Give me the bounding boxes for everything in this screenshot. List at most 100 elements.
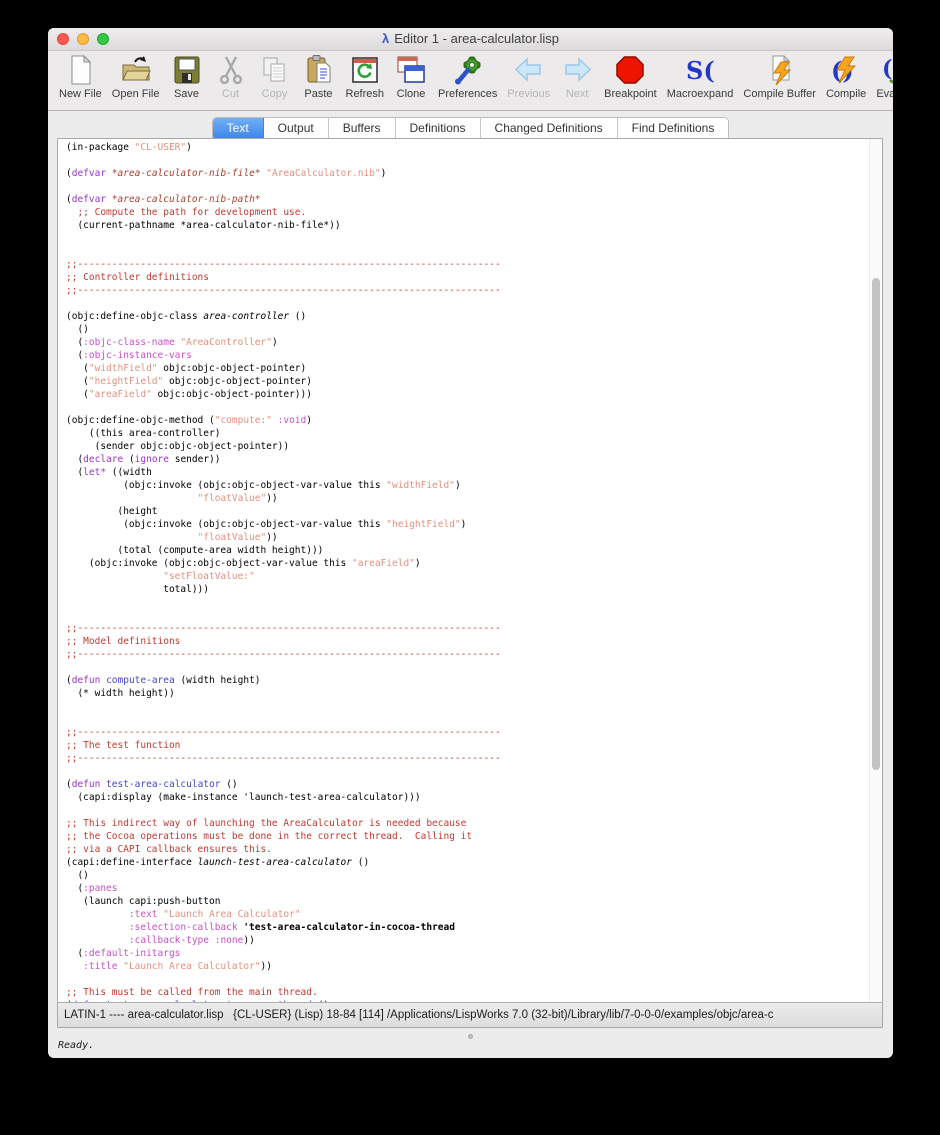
toolbar-button-compile-buffer[interactable]: Compile Buffer xyxy=(743,53,816,100)
code-line: (defun compute-area (width height) xyxy=(66,675,261,686)
code-line: (objc:define-objc-method ("compute:" :vo… xyxy=(66,415,312,426)
desktop-background: λ Editor 1 - area-calculator.lisp New Fil… xyxy=(0,0,940,1135)
toolbar-button-refresh[interactable]: Refresh xyxy=(346,53,384,100)
code-line: (objc:invoke (objc:objc-object-var-value… xyxy=(66,480,461,491)
macroexpand-icon: S() xyxy=(683,53,717,87)
code-line: ;; Compute the path for development use. xyxy=(66,207,307,218)
code-line: (current-pathname *area-calculator-nib-f… xyxy=(66,220,341,231)
code-line: ((this area-controller) xyxy=(66,428,221,439)
new-file-icon xyxy=(63,53,97,87)
toolbar-button-compile[interactable]: ()Compile xyxy=(826,53,866,100)
code-line: ("areaField" objc:objc-object-pointer))) xyxy=(66,389,312,400)
code-line: :callback-type :none)) xyxy=(128,935,255,946)
code-line: (launch capi:push-button xyxy=(66,896,221,907)
tab-definitions[interactable]: Definitions xyxy=(395,118,481,140)
breakpoint-icon xyxy=(613,53,647,87)
code-line: ;; via a CAPI callback ensures this. xyxy=(66,844,272,855)
code-line: (defvar *area-calculator-nib-path* xyxy=(66,194,261,205)
compile-icon: () xyxy=(829,53,863,87)
code-line: (objc:define-objc-class area-controller … xyxy=(66,311,307,322)
clone-icon xyxy=(394,53,428,87)
toolbar-label-new-file: New File xyxy=(59,88,102,100)
tab-text[interactable]: Text xyxy=(212,118,264,140)
toolbar-button-macroexpand[interactable]: S() Macroexpand xyxy=(667,53,734,100)
scrollbar-thumb[interactable] xyxy=(872,278,880,770)
toolbar: New File Open File Save Cut Copy Paste Refresh… xyxy=(48,51,893,111)
tab-output[interactable]: Output xyxy=(263,118,329,140)
editor-frame: (in-package "CL-USER") (defvar *area-cal… xyxy=(57,138,883,1028)
tab-buffers[interactable]: Buffers xyxy=(328,118,396,140)
toolbar-button-new-file[interactable]: New File xyxy=(59,53,102,100)
previous-icon xyxy=(512,53,546,87)
toolbar-button-clone[interactable]: Clone xyxy=(394,53,428,100)
code-line: :selection-callback 'test-area-calculato… xyxy=(128,922,455,933)
code-line: "floatValue")) xyxy=(197,493,278,504)
code-line: ;; This indirect way of launching the Ar… xyxy=(66,818,467,829)
toolbar-button-preferences[interactable]: Preferences xyxy=(438,53,497,100)
evaluate-icon: () xyxy=(881,53,893,87)
editor-text-area[interactable]: (in-package "CL-USER") (defvar *area-cal… xyxy=(58,139,869,1002)
code-line: () xyxy=(66,870,89,881)
next-icon xyxy=(560,53,594,87)
toolbar-button-cut: Cut xyxy=(214,53,248,100)
tab-changed-definitions[interactable]: Changed Definitions xyxy=(480,118,618,140)
code-line: ;; Model definitions xyxy=(66,636,181,647)
lispworks-lambda-icon: λ xyxy=(382,31,390,46)
preferences-icon xyxy=(451,53,485,87)
toolbar-button-save[interactable]: Save xyxy=(170,53,204,100)
code-line: ;; the Cocoa operations must be done in … xyxy=(66,831,473,842)
code-line: ;; Controller definitions xyxy=(66,272,209,283)
code-line: ;; This must be called from the main thr… xyxy=(66,987,318,998)
toolbar-button-evaluate[interactable]: () Evaluate xyxy=(876,53,893,100)
toolbar-label-evaluate: Evaluate xyxy=(876,88,893,100)
status-text: LATIN-1 ---- area-calculator.lisp {CL-US… xyxy=(64,1009,774,1021)
toolbar-label-previous: Previous xyxy=(507,88,551,100)
code-line: (height xyxy=(66,506,158,517)
vertical-scrollbar[interactable] xyxy=(869,139,882,1002)
code-line: total))) xyxy=(66,584,209,595)
status-bar: LATIN-1 ---- area-calculator.lisp {CL-US… xyxy=(58,1002,882,1027)
toolbar-button-copy: Copy xyxy=(258,53,292,100)
code-line: "floatValue")) xyxy=(197,532,278,543)
code-line: (defvar *area-calculator-nib-file* "Area… xyxy=(66,168,387,179)
code-line: ("widthField" objc:objc-object-pointer) xyxy=(66,363,307,374)
toolbar-label-save: Save xyxy=(173,88,200,100)
code-line: (in-package "CL-USER") xyxy=(66,142,192,153)
open-file-icon xyxy=(119,53,153,87)
code-line: ;;--------------------------------------… xyxy=(66,285,501,296)
refresh-icon xyxy=(348,53,382,87)
code-line: :text "Launch Area Calculator" xyxy=(128,909,301,920)
toolbar-button-paste[interactable]: Paste xyxy=(302,53,336,100)
svg-text:(): () xyxy=(882,56,893,82)
code-line: "setFloatValue:" xyxy=(163,571,255,582)
toolbar-label-cut: Cut xyxy=(221,88,240,100)
echo-area: Ready. xyxy=(48,1032,893,1058)
toolbar-label-paste: Paste xyxy=(304,88,333,100)
toolbar-label-next: Next xyxy=(565,88,589,100)
code-line: (let* ((width xyxy=(66,467,152,478)
code-line: (:panes xyxy=(66,883,118,894)
code-line: (objc:invoke (objc:objc-object-var-value… xyxy=(66,558,421,569)
code-line: (:objc-class-name "AreaController") xyxy=(66,337,278,348)
toolbar-button-open-file[interactable]: Open File xyxy=(112,53,160,100)
toolbar-label-macroexpand: Macroexpand xyxy=(666,88,734,100)
code-line: ;;--------------------------------------… xyxy=(66,623,501,634)
toolbar-label-compile-buffer: Compile Buffer xyxy=(743,88,816,100)
toolbar-button-previous: Previous xyxy=(507,53,550,100)
window-titlebar: λ Editor 1 - area-calculator.lisp xyxy=(48,28,893,51)
tab-find-definitions[interactable]: Find Definitions xyxy=(617,118,729,140)
code-line: (objc:invoke (objc:objc-object-var-value… xyxy=(66,519,467,530)
code-line: :title "Launch Area Calculator")) xyxy=(83,961,272,972)
code-line: ;; The test function xyxy=(66,740,181,751)
code-line: ;;--------------------------------------… xyxy=(66,727,501,738)
toolbar-button-breakpoint[interactable]: Breakpoint xyxy=(604,53,657,100)
code-line: ("heightField" objc:objc-object-pointer) xyxy=(66,376,312,387)
